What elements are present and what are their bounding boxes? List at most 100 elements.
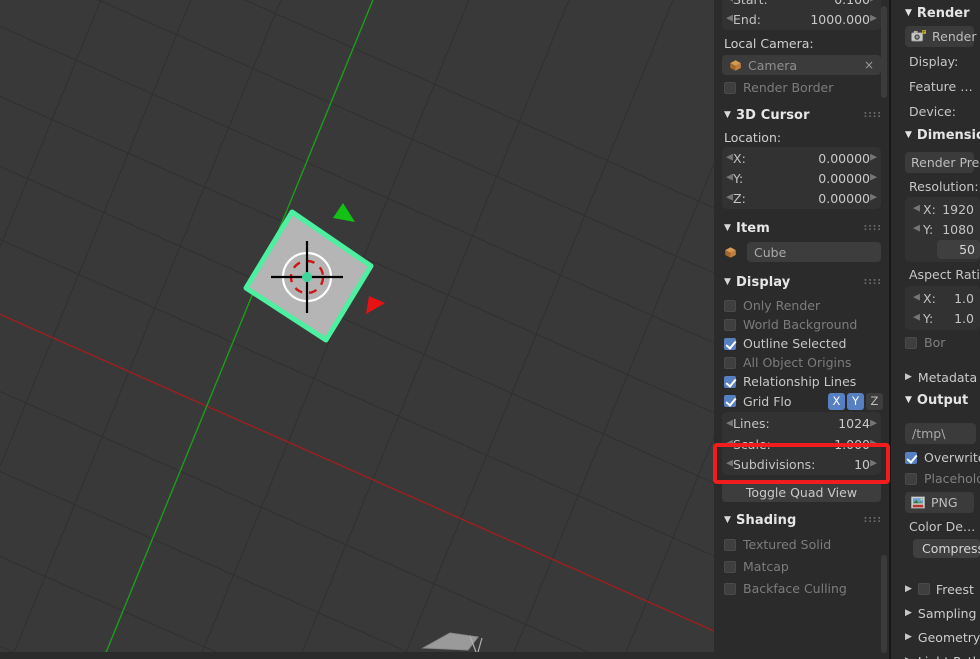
properties-editor[interactable]: ▼ Render Render Display: Feature … Devic… (891, 0, 980, 659)
editor-divider[interactable] (889, 0, 891, 659)
scrollbar-thumb-top[interactable] (881, 6, 887, 98)
decrement-icon[interactable]: ◀ (913, 314, 920, 323)
view-sidebar[interactable]: ◀ Start: 0.100 ▶ ◀ End: 1000.000 ▶ Local… (714, 0, 889, 659)
panel-title-render: Render (917, 6, 970, 21)
panel-header-item[interactable]: ▼ Item :::: (714, 217, 889, 239)
increment-icon[interactable]: ▶ (870, 154, 877, 163)
chevron-right-icon: ▶ (905, 608, 912, 618)
checkbox-box (724, 395, 736, 407)
decrement-icon[interactable]: ◀ (726, 174, 733, 183)
render-border-checkbox[interactable]: Render Border (714, 78, 889, 97)
grid-scale-value: 1.000 (834, 437, 870, 452)
panel-header-dimensions[interactable]: ▼ Dimensio (891, 124, 980, 146)
scrollbar-thumb-bottom[interactable] (881, 555, 887, 653)
output-path-input[interactable]: /tmp\ (905, 423, 976, 444)
increment-icon[interactable]: ▶ (870, 419, 877, 428)
panel-header-light-paths[interactable]: ▶ Light Path (891, 649, 980, 659)
all-object-origins-checkbox[interactable]: All Object Origins (714, 353, 889, 372)
outline-selected-checkbox[interactable]: Outline Selected (714, 334, 889, 353)
grid-scale-field[interactable]: ◀ Scale: 1.000 ▶ (722, 434, 881, 454)
border-checkbox[interactable]: Bor (891, 332, 980, 353)
clip-end-field[interactable]: ◀ End: 1000.000 ▶ (722, 9, 881, 29)
cursor-x-field[interactable]: ◀ X: 0.00000 ▶ (722, 148, 881, 168)
item-object-row[interactable]: Cube (714, 242, 889, 262)
panel-header-metadata[interactable]: ▶ Metadata (891, 365, 980, 389)
grid-lines-value: 1024 (838, 416, 870, 431)
increment-icon[interactable]: ▶ (870, 15, 877, 24)
render-button[interactable]: Render (905, 26, 974, 47)
increment-icon[interactable]: ▶ (870, 460, 877, 469)
cursor-z-field[interactable]: ◀ Z: 0.00000 ▶ (722, 188, 881, 208)
cursor-y-field[interactable]: ◀ Y: 0.00000 ▶ (722, 168, 881, 188)
decrement-icon[interactable]: ◀ (726, 460, 733, 469)
grid-axis-x-toggle[interactable]: X (828, 393, 845, 410)
only-render-checkbox[interactable]: Only Render (714, 296, 889, 315)
file-format-label: PNG (931, 495, 958, 510)
toggle-quad-view-button[interactable]: Toggle Quad View (722, 482, 881, 502)
checkbox-box (905, 337, 917, 349)
decrement-icon[interactable]: ◀ (726, 0, 733, 4)
chevron-down-icon: ▼ (905, 130, 912, 140)
cursor-x-value: 0.00000 (818, 151, 870, 166)
checkbox-box[interactable] (918, 583, 930, 595)
object-cube-icon (724, 246, 737, 259)
grid-lines-field[interactable]: ◀ Lines: 1024 ▶ (722, 413, 881, 434)
panel-header-geometry[interactable]: ▶ Geometry (891, 625, 980, 649)
resolution-y-field[interactable]: ◀ Y: 1080 (905, 219, 980, 239)
panel-title-shading: Shading (736, 513, 796, 528)
grid-subdivisions-field[interactable]: ◀ Subdivisions: 10 ▶ (722, 454, 881, 474)
clip-start-label: Start: (733, 0, 768, 7)
file-format-dropdown[interactable]: PNG (905, 492, 974, 513)
increment-icon[interactable]: ▶ (870, 194, 877, 203)
clip-start-field[interactable]: ◀ Start: 0.100 ▶ (722, 0, 881, 9)
grid-floor-row[interactable]: Grid Flo X Y Z (714, 391, 889, 411)
decrement-icon[interactable]: ◀ (726, 15, 733, 24)
item-name-input[interactable]: Cube (747, 242, 881, 262)
world-background-checkbox[interactable]: World Background (714, 315, 889, 334)
panel-header-3d-cursor[interactable]: ▼ 3D Cursor :::: (714, 104, 889, 126)
panel-header-display[interactable]: ▼ Display :::: (714, 271, 889, 293)
render-preset-button[interactable]: Render Pres (905, 152, 974, 173)
aspect-y-field[interactable]: ◀ Y: 1.0 (905, 308, 980, 328)
decrement-icon[interactable]: ◀ (726, 440, 733, 449)
panel-header-output[interactable]: ▼ Output (891, 389, 980, 411)
3d-viewport[interactable] (0, 0, 714, 659)
matcap-checkbox[interactable]: Matcap (714, 557, 889, 576)
aspect-x-field[interactable]: ◀ X: 1.0 (905, 288, 980, 308)
placeholders-checkbox[interactable]: Placehold (891, 468, 980, 489)
decrement-icon[interactable]: ◀ (726, 154, 733, 163)
textured-solid-checkbox[interactable]: Textured Solid (714, 535, 889, 554)
cursor-location-group: ◀ X: 0.00000 ▶ ◀ Y: 0.00000 ▶ ◀ Z: 0.000… (722, 147, 881, 209)
panel-header-sampling[interactable]: ▶ Sampling (891, 601, 980, 625)
local-camera-field[interactable]: Camera × (722, 55, 881, 75)
overwrite-checkbox[interactable]: Overwrite (891, 447, 980, 468)
resolution-percentage-slider[interactable]: 50 (937, 240, 980, 259)
local-camera-label: Local Camera: (714, 30, 889, 53)
increment-icon[interactable]: ▶ (870, 0, 877, 4)
relationship-lines-checkbox[interactable]: Relationship Lines (714, 372, 889, 391)
cursor-y-value: 0.00000 (818, 171, 870, 186)
grid-subdivisions-label: Subdivisions: (733, 457, 815, 472)
border-label: Bor (924, 335, 945, 350)
compression-slider[interactable]: Compressi (913, 539, 980, 558)
decrement-icon[interactable]: ◀ (913, 225, 920, 234)
all-object-origins-label: All Object Origins (743, 355, 851, 370)
decrement-icon[interactable]: ◀ (726, 419, 733, 428)
clear-camera-icon[interactable]: × (864, 58, 874, 72)
decrement-icon[interactable]: ◀ (726, 194, 733, 203)
panel-title-sampling: Sampling (918, 606, 977, 621)
chevron-right-icon: ▶ (905, 584, 912, 594)
panel-header-freestyle[interactable]: ▶ Freest (891, 577, 980, 601)
sidebar-scrollbar[interactable] (881, 0, 887, 659)
increment-icon[interactable]: ▶ (870, 174, 877, 183)
grid-axis-y-toggle[interactable]: Y (847, 393, 864, 410)
panel-header-shading[interactable]: ▼ Shading :::: (714, 509, 889, 531)
resolution-x-field[interactable]: ◀ X: 1920 (905, 199, 980, 219)
decrement-icon[interactable]: ◀ (913, 294, 920, 303)
panel-header-render[interactable]: ▼ Render (891, 2, 980, 24)
increment-icon[interactable]: ▶ (870, 440, 877, 449)
grid-lines-label: Lines: (733, 416, 770, 431)
resolution-percentage-value: 50 (959, 242, 975, 257)
decrement-icon[interactable]: ◀ (913, 205, 920, 214)
backface-culling-checkbox[interactable]: Backface Culling (714, 579, 889, 598)
